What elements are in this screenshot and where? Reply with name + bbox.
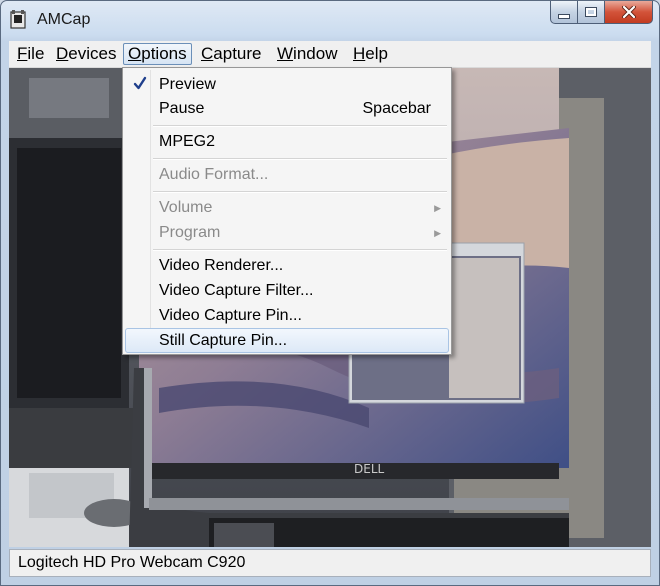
menu-capture[interactable]: Capture <box>197 43 265 65</box>
amcap-window: AMCap File Devices Options Capture Windo… <box>0 0 660 586</box>
menu-separator <box>153 158 447 160</box>
menu-file-accel: F <box>17 44 28 63</box>
close-icon <box>621 6 636 18</box>
maximize-icon <box>585 7 597 17</box>
maximize-button[interactable] <box>578 1 605 24</box>
menu-item-pause[interactable]: Pause Spacebar <box>125 97 449 121</box>
options-dropdown-menu: Preview Pause Spacebar MPEG2 Audio Forma… <box>122 67 452 355</box>
menu-item-program[interactable]: Program ▶ <box>125 221 449 245</box>
minimize-icon <box>558 13 570 19</box>
shortcut-label: Spacebar <box>362 100 432 117</box>
menu-item-preview[interactable]: Preview <box>125 73 449 97</box>
status-text: Logitech HD Pro Webcam C920 <box>18 554 246 571</box>
submenu-arrow-icon: ▶ <box>434 203 441 213</box>
close-button[interactable] <box>605 1 653 24</box>
status-bar: Logitech HD Pro Webcam C920 <box>9 549 651 577</box>
menu-item-video-renderer[interactable]: Video Renderer... <box>125 254 449 278</box>
menu-devices[interactable]: Devices <box>52 43 120 65</box>
menu-help[interactable]: Help <box>349 43 392 65</box>
minimize-button[interactable] <box>550 1 578 24</box>
menu-file-rest: ile <box>27 44 45 63</box>
menu-item-still-capture-pin[interactable]: Still Capture Pin... <box>125 328 449 353</box>
menu-window[interactable]: Window <box>273 43 341 65</box>
menu-item-volume[interactable]: Volume ▶ <box>125 196 449 220</box>
svg-text:DELL: DELL <box>354 462 385 476</box>
app-icon <box>10 10 26 29</box>
menu-separator <box>153 125 447 127</box>
menu-separator <box>153 191 447 193</box>
menu-bar: File Devices Options Capture Window Help <box>9 41 651 68</box>
menu-item-audio-format[interactable]: Audio Format... <box>125 163 449 187</box>
menu-separator <box>153 249 447 251</box>
menu-item-mpeg2[interactable]: MPEG2 <box>125 130 449 154</box>
title-bar[interactable]: AMCap <box>1 1 659 39</box>
menu-item-video-capture-filter[interactable]: Video Capture Filter... <box>125 279 449 303</box>
menu-file[interactable]: File <box>13 43 48 65</box>
checkmark-icon <box>133 76 147 90</box>
submenu-arrow-icon: ▶ <box>434 228 441 238</box>
window-title: AMCap <box>37 11 91 28</box>
menu-options[interactable]: Options <box>123 43 192 65</box>
menu-item-video-capture-pin[interactable]: Video Capture Pin... <box>125 304 449 328</box>
